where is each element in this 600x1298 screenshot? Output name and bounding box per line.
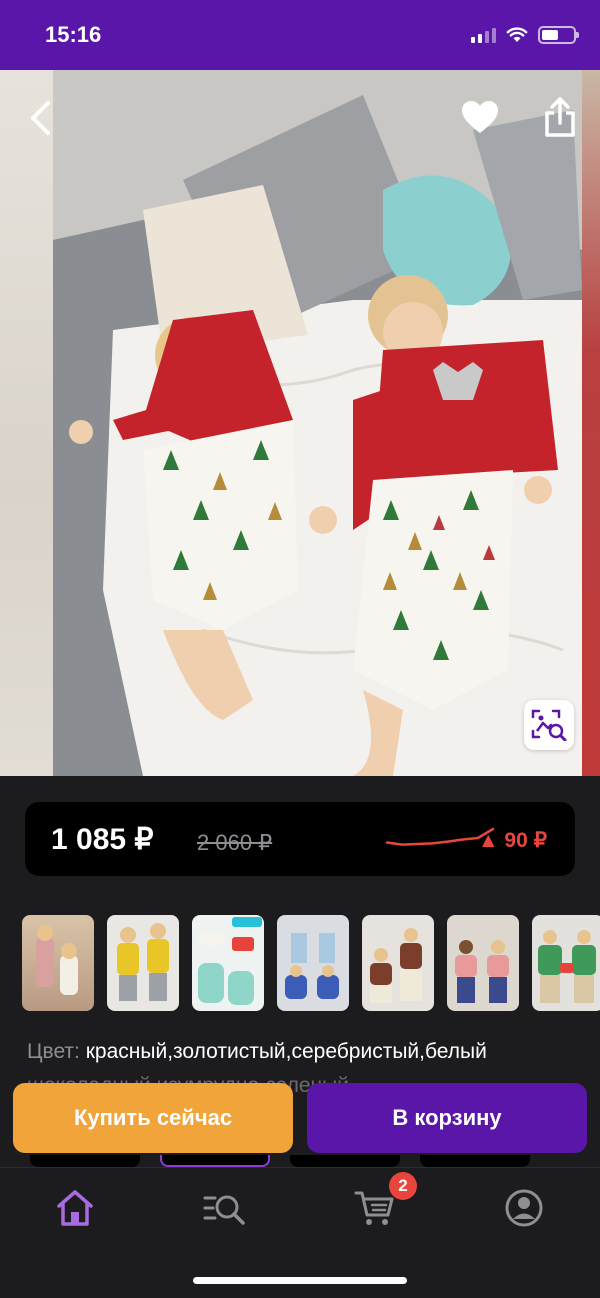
thumbnail-image [198, 917, 262, 1005]
thumbnail-image [455, 940, 509, 1003]
thumbnail[interactable] [277, 915, 349, 1011]
status-time: 15:16 [45, 22, 102, 47]
tab-home[interactable] [53, 1186, 97, 1230]
profile-icon [505, 1189, 543, 1227]
product-image-gallery[interactable] [0, 70, 600, 776]
tab-catalog-search[interactable] [203, 1186, 247, 1230]
thumbnail[interactable] [447, 915, 519, 1011]
color-attribute: Цвет: красный,золотистый,серебристый,бел… [27, 1040, 600, 1064]
share-button[interactable] [540, 96, 580, 138]
cart-count-badge: 2 [389, 1172, 417, 1200]
size-options[interactable] [30, 1155, 600, 1167]
status-bar: 15:16 [0, 0, 600, 70]
thumbnail-strip[interactable] [22, 915, 600, 1011]
product-photo [53, 70, 582, 776]
add-to-cart-button[interactable]: В корзину [307, 1083, 587, 1153]
product-photo-illustration [53, 70, 582, 776]
share-icon [545, 97, 575, 137]
current-price: 1 085 ₽ [51, 823, 154, 856]
size-option-selected[interactable] [160, 1155, 270, 1167]
color-label: Цвет: [27, 1040, 80, 1063]
cellular-signal-icon [471, 27, 496, 43]
home-icon [57, 1190, 93, 1226]
thumbnail-image [36, 925, 78, 995]
thumbnail[interactable] [192, 915, 264, 1011]
home-indicator [193, 1277, 407, 1284]
next-image-peek [582, 70, 600, 776]
size-option[interactable] [420, 1155, 530, 1167]
thumbnail-image [285, 933, 339, 999]
size-option[interactable] [30, 1155, 140, 1167]
thumbnail[interactable] [362, 915, 434, 1011]
thumbnail-image [117, 923, 169, 1001]
thumbnail[interactable] [107, 915, 179, 1011]
price-change: ▲ 90 ₽ [477, 829, 547, 852]
tab-profile[interactable] [502, 1186, 546, 1230]
image-search-icon [531, 709, 567, 741]
previous-image-peek [0, 70, 53, 776]
color-value: красный,золотистый,серебристый,белый [85, 1040, 487, 1063]
thumbnail[interactable] [22, 915, 94, 1011]
status-icons [471, 26, 579, 44]
cart-icon [354, 1191, 394, 1225]
thumbnail[interactable] [532, 915, 600, 1011]
product-screen: 15:16 1 085 ₽ 2 060 ₽ ▲ 90 ₽ Цвет: красн… [0, 0, 600, 1298]
size-option[interactable] [290, 1155, 400, 1167]
battery-icon [538, 26, 579, 44]
chevron-left-icon [31, 101, 50, 135]
thumbnail-image [538, 930, 596, 1003]
catalog-search-icon [203, 1195, 245, 1225]
thumbnail-image [370, 928, 422, 1003]
back-button[interactable] [22, 100, 58, 136]
wifi-icon [506, 27, 528, 42]
visual-search-button[interactable] [524, 700, 574, 750]
heart-icon [462, 101, 498, 133]
favorite-button[interactable] [460, 98, 500, 136]
buy-now-button[interactable]: Купить сейчас [13, 1083, 293, 1153]
price-panel[interactable]: 1 085 ₽ 2 060 ₽ ▲ 90 ₽ [25, 802, 575, 876]
old-price: 2 060 ₽ [197, 830, 273, 855]
